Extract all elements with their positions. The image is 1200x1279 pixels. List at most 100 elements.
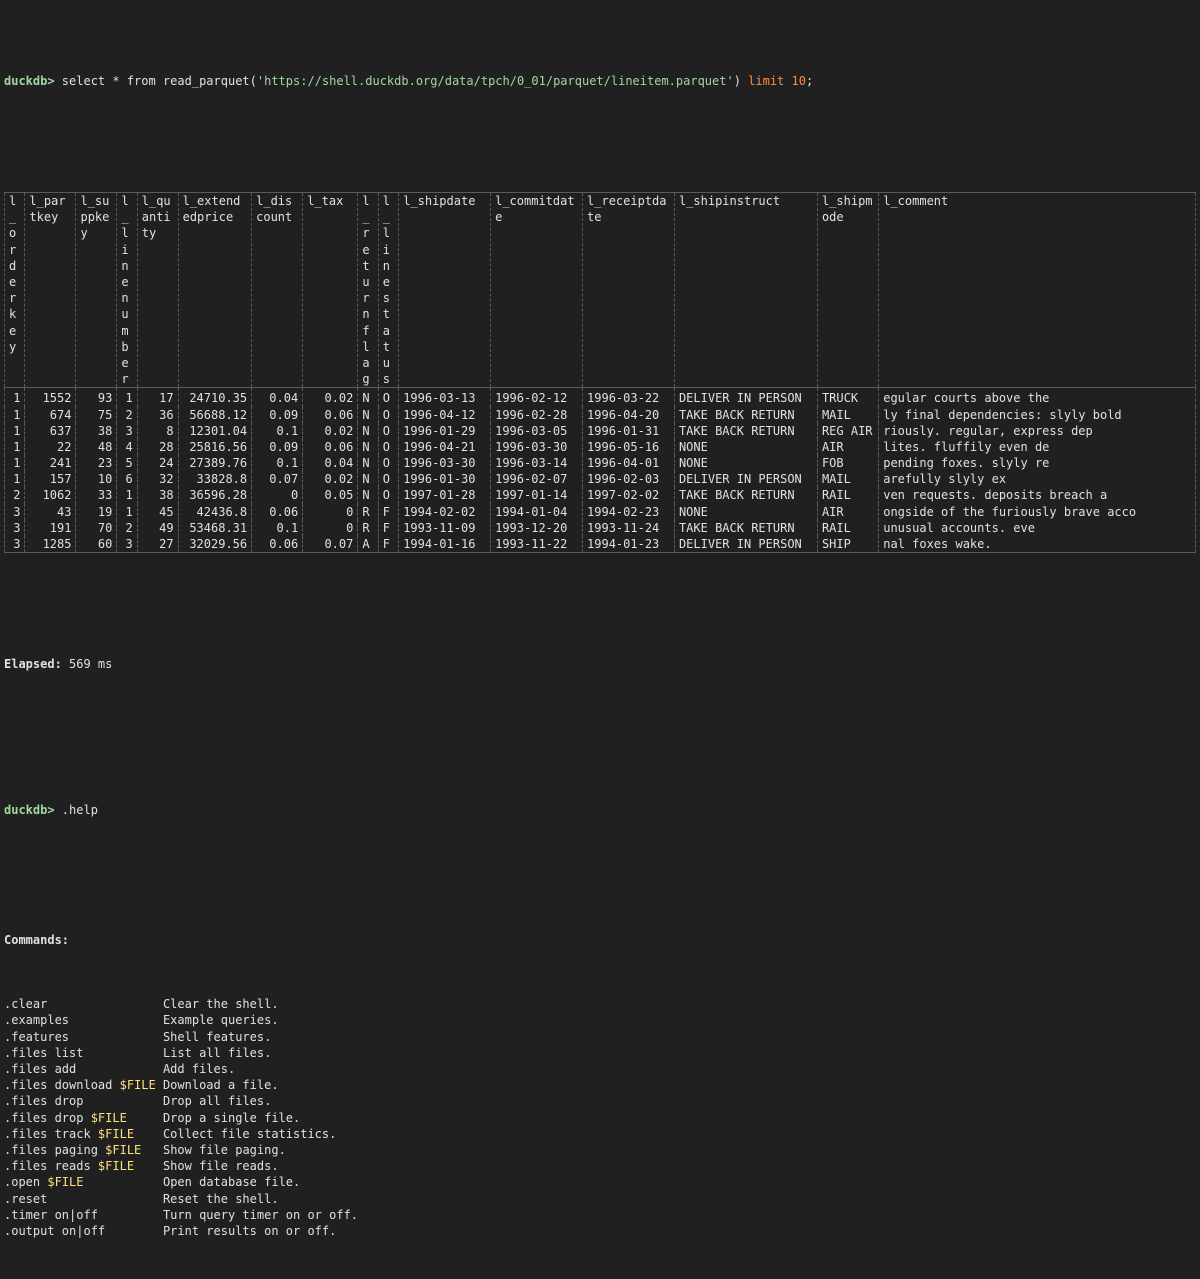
table-cell: 1996-01-30 bbox=[399, 471, 491, 487]
table-cell: N bbox=[358, 423, 378, 439]
help-command-var: $FILE bbox=[91, 1111, 127, 1125]
table-cell: 0.02 bbox=[303, 423, 358, 439]
table-cell: 1 bbox=[5, 388, 25, 407]
table-cell: 0.07 bbox=[252, 471, 303, 487]
table-cell: 1996-02-03 bbox=[583, 471, 675, 487]
table-cell: egular courts above the bbox=[879, 388, 1196, 407]
table-cell: 637 bbox=[25, 423, 76, 439]
sql-post1: ) bbox=[734, 74, 748, 88]
table-cell: F bbox=[378, 536, 398, 553]
table-cell: TAKE BACK RETURN bbox=[674, 520, 817, 536]
table-cell: 1997-01-28 bbox=[399, 487, 491, 503]
table-cell: 24710.35 bbox=[178, 388, 252, 407]
help-row: .timer on|off Turn query timer on or off… bbox=[4, 1207, 1196, 1223]
sql-num: 10 bbox=[792, 74, 806, 88]
help-row: .files drop Drop all files. bbox=[4, 1093, 1196, 1109]
help-body: .clear Clear the shell..examples Example… bbox=[4, 996, 1196, 1239]
table-cell: 1996-01-31 bbox=[583, 423, 675, 439]
help-command-var: $FILE bbox=[98, 1159, 134, 1173]
table-cell: 2 bbox=[5, 487, 25, 503]
table-cell: 0.1 bbox=[252, 423, 303, 439]
table-cell: 60 bbox=[76, 536, 117, 553]
table-cell: N bbox=[358, 439, 378, 455]
table-cell: 3 bbox=[5, 504, 25, 520]
help-command-name: .open bbox=[4, 1175, 47, 1189]
table-cell: 1996-03-05 bbox=[491, 423, 583, 439]
table-cell: O bbox=[378, 455, 398, 471]
table-cell: 0.06 bbox=[303, 439, 358, 455]
table-cell: 43 bbox=[25, 504, 76, 520]
table-cell: 36596.28 bbox=[178, 487, 252, 503]
column-header: l_shipdate bbox=[399, 193, 491, 388]
table-cell: 1993-11-22 bbox=[491, 536, 583, 553]
blank-line bbox=[4, 721, 1196, 737]
help-command-desc: Drop all files. bbox=[163, 1094, 271, 1108]
help-command-desc: Show file reads. bbox=[163, 1159, 279, 1173]
table-cell: arefully slyly ex bbox=[879, 471, 1196, 487]
table-cell: DELIVER IN PERSON bbox=[674, 388, 817, 407]
table-cell: nal foxes wake. bbox=[879, 536, 1196, 553]
table-cell: 1996-03-22 bbox=[583, 388, 675, 407]
table-cell: O bbox=[378, 471, 398, 487]
table-cell: 0 bbox=[303, 504, 358, 520]
help-command-desc: List all files. bbox=[163, 1046, 271, 1060]
table-cell: 1996-04-20 bbox=[583, 407, 675, 423]
table-cell: 1993-11-09 bbox=[399, 520, 491, 536]
prompt: duckdb> bbox=[4, 803, 55, 817]
table-cell: RAIL bbox=[817, 487, 878, 503]
table-cell: 1 bbox=[5, 423, 25, 439]
table-cell: 32029.56 bbox=[178, 536, 252, 553]
table-cell: riously. regular, express dep bbox=[879, 423, 1196, 439]
help-command-var: $FILE bbox=[120, 1078, 156, 1092]
help-header: Commands: bbox=[4, 932, 1196, 948]
table-cell: 3 bbox=[117, 423, 137, 439]
column-header: l_linestatus bbox=[378, 193, 398, 388]
terminal[interactable]: duckdb> select * from read_parquet('http… bbox=[0, 0, 1200, 1279]
table-cell: 2 bbox=[117, 407, 137, 423]
table-cell: 1997-01-14 bbox=[491, 487, 583, 503]
table-cell: 1 bbox=[117, 487, 137, 503]
help-command-name: .files drop bbox=[4, 1111, 91, 1125]
table-cell: 0.02 bbox=[303, 388, 358, 407]
table-cell: 1 bbox=[5, 455, 25, 471]
table-cell: O bbox=[378, 423, 398, 439]
table-row: 115529311724710.350.040.02NO1996-03-1319… bbox=[5, 388, 1196, 407]
help-command-desc: Collect file statistics. bbox=[163, 1127, 336, 1141]
column-header: l_shipmode bbox=[817, 193, 878, 388]
table-cell: 70 bbox=[76, 520, 117, 536]
help-row: .examples Example queries. bbox=[4, 1012, 1196, 1028]
table-cell: 4 bbox=[117, 439, 137, 455]
help-command-desc: Example queries. bbox=[163, 1013, 279, 1027]
help-command-name: .clear bbox=[4, 997, 47, 1011]
table-cell: 53468.31 bbox=[178, 520, 252, 536]
table-cell: 6 bbox=[117, 471, 137, 487]
help-command-desc: Shell features. bbox=[163, 1030, 271, 1044]
table-row: 12412352427389.760.10.04NO1996-03-301996… bbox=[5, 455, 1196, 471]
table-cell: O bbox=[378, 407, 398, 423]
table-cell: 1996-02-12 bbox=[491, 388, 583, 407]
table-cell: R bbox=[358, 520, 378, 536]
column-header: l_tax bbox=[303, 193, 358, 388]
help-command-desc: Turn query timer on or off. bbox=[163, 1208, 358, 1222]
column-header: l_orderkey bbox=[5, 193, 25, 388]
table-cell: 27389.76 bbox=[178, 455, 252, 471]
help-command-var: $FILE bbox=[47, 1175, 83, 1189]
table-row: 312856032732029.560.060.07AF1994-01-1619… bbox=[5, 536, 1196, 553]
sql-post3: ; bbox=[806, 74, 813, 88]
help-command-name: .reset bbox=[4, 1192, 47, 1206]
table-cell: pending foxes. slyly re bbox=[879, 455, 1196, 471]
table-cell: DELIVER IN PERSON bbox=[674, 536, 817, 553]
sql-pre: select * from read_parquet( bbox=[55, 74, 257, 88]
table-cell: 1993-11-24 bbox=[583, 520, 675, 536]
table-cell: TAKE BACK RETURN bbox=[674, 487, 817, 503]
table-cell: REG AIR bbox=[817, 423, 878, 439]
table-cell: 38 bbox=[76, 423, 117, 439]
help-command-name: .files reads bbox=[4, 1159, 98, 1173]
table-cell: DELIVER IN PERSON bbox=[674, 471, 817, 487]
table-cell: 0 bbox=[252, 487, 303, 503]
help-command-name: .features bbox=[4, 1030, 69, 1044]
table-cell: N bbox=[358, 388, 378, 407]
column-header: l_discount bbox=[252, 193, 303, 388]
table-cell: 1552 bbox=[25, 388, 76, 407]
table-cell: 0.04 bbox=[303, 455, 358, 471]
